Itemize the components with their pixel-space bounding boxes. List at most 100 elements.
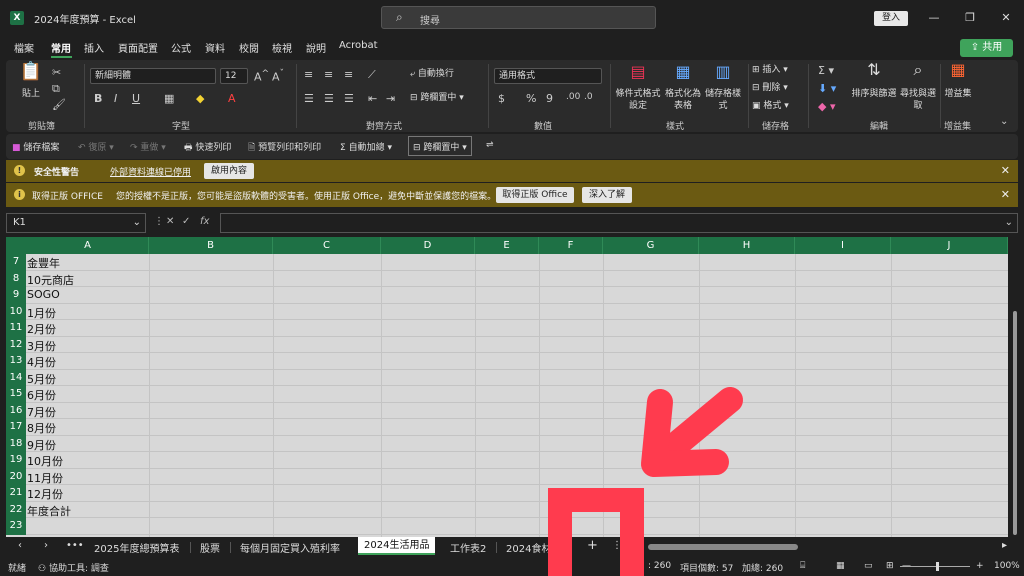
increase-decimal-icon[interactable]: .00 — [566, 92, 580, 102]
enable-content-button[interactable]: 啟用內容 — [204, 163, 254, 179]
cell-styles-icon[interactable]: ▥ — [704, 64, 742, 80]
row-header[interactable]: 20 — [6, 468, 26, 485]
tab-formulas[interactable]: 公式 — [171, 40, 191, 55]
align-center-icon[interactable]: ☰ — [324, 92, 334, 105]
select-all-corner[interactable] — [6, 237, 26, 254]
cell-a[interactable]: 3月份 — [27, 338, 56, 354]
tab-insert[interactable]: 插入 — [84, 40, 104, 55]
scroll-right-icon[interactable]: ▸ — [1002, 540, 1007, 551]
learn-more-button[interactable]: 深入了解 — [582, 187, 632, 203]
column-header-e[interactable]: E — [475, 237, 539, 254]
tab-options-icon[interactable]: ⋮ — [612, 540, 622, 551]
fill-icon[interactable]: ⬇ ▾ — [818, 82, 836, 95]
get-genuine-office-button[interactable]: 取得正版 Office — [496, 187, 574, 203]
vertical-scrollbar[interactable] — [1010, 237, 1020, 537]
orientation-icon[interactable]: ⟋ — [368, 68, 376, 82]
row-header[interactable]: 23 — [6, 518, 26, 535]
zoom-slider-track[interactable] — [900, 566, 970, 567]
row-header[interactable]: 22 — [6, 501, 26, 518]
align-bottom-icon[interactable]: ≡ — [344, 68, 353, 81]
column-header-g[interactable]: G — [603, 237, 699, 254]
collapse-ribbon-icon[interactable]: ⌄ — [1000, 116, 1008, 127]
delete-cells-button[interactable]: ⊟ 刪除 ▾ — [752, 82, 802, 94]
number-format-dropdown[interactable]: 通用格式 — [494, 68, 602, 84]
quick-print-button[interactable]: 🖶 快速列印 — [184, 140, 231, 156]
format-as-table-icon[interactable]: ▦ — [664, 64, 702, 80]
decrease-indent-icon[interactable]: ⇤ — [368, 92, 377, 105]
column-header-i[interactable]: I — [795, 237, 891, 254]
restore-button[interactable]: ❐ — [960, 9, 980, 27]
percent-button[interactable]: % — [526, 92, 536, 105]
tab-review[interactable]: 校閱 — [239, 40, 259, 55]
merge-center-button[interactable]: ⊟ 跨欄置中 ▾ — [410, 92, 484, 104]
tab-page-layout[interactable]: 頁面配置 — [118, 40, 158, 55]
font-size-dropdown[interactable]: 12 — [220, 68, 248, 84]
prev-sheet-icon[interactable]: ‹ — [18, 540, 22, 551]
add-ins-icon[interactable]: ▦ — [944, 62, 972, 78]
align-middle-icon[interactable]: ≡ — [324, 68, 333, 81]
cell-a[interactable]: 10元商店 — [27, 272, 74, 288]
formula-menu-icon[interactable]: ⋮ — [154, 216, 164, 227]
cell-a[interactable]: 10月份 — [27, 453, 63, 469]
column-header-c[interactable]: C — [273, 237, 381, 254]
fill-color-icon[interactable]: ◆ — [196, 92, 204, 105]
align-top-icon[interactable]: ≡ — [304, 68, 313, 81]
insert-cells-button[interactable]: ⊞ 插入 ▾ — [752, 64, 802, 76]
row-header[interactable]: 10 — [6, 303, 26, 320]
row-header[interactable]: 7 — [6, 254, 26, 271]
merge-center-qat-button[interactable]: ⊟ 跨欄置中 ▾ — [408, 136, 472, 156]
more-sheets-icon[interactable]: ••• — [66, 540, 84, 551]
format-painter-icon[interactable]: 🖌 — [52, 98, 66, 111]
horizontal-scroll-thumb[interactable] — [648, 544, 798, 550]
format-cells-button[interactable]: ▣ 格式 ▾ — [752, 100, 802, 112]
decrease-font-icon[interactable]: Aˇ — [272, 68, 284, 84]
search-box[interactable]: ⌕ 搜尋 — [381, 6, 656, 29]
tab-view[interactable]: 檢視 — [272, 40, 292, 55]
increase-font-icon[interactable]: A^ — [254, 68, 269, 84]
row-header[interactable]: 17 — [6, 419, 26, 436]
align-left-icon[interactable]: ☰ — [304, 92, 314, 105]
undo-button[interactable]: ↶ 復原 ▾ — [78, 140, 114, 153]
row-header[interactable]: 8 — [6, 270, 26, 287]
zoom-in-icon[interactable]: + — [976, 561, 984, 571]
cell-a[interactable]: 11月份 — [27, 470, 63, 486]
expand-formula-icon[interactable]: ⌄ — [1005, 217, 1013, 228]
tab-acrobat[interactable]: Acrobat — [339, 40, 378, 51]
sheet-tab[interactable]: 股票 — [200, 540, 220, 555]
copy-icon[interactable]: ⧉ — [52, 82, 60, 96]
cell-a[interactable]: 1月份 — [27, 305, 56, 321]
column-header-d[interactable]: D — [381, 237, 475, 254]
cell-a[interactable]: 9月份 — [27, 437, 56, 453]
sign-in-button[interactable]: 登入 — [874, 11, 908, 26]
normal-view-icon[interactable]: ▦ — [836, 561, 845, 571]
cell-a[interactable]: SOGO — [27, 288, 60, 301]
cell-a[interactable]: 8月份 — [27, 420, 56, 436]
cut-icon[interactable]: ✂ — [52, 66, 61, 79]
autosum-icon[interactable]: Σ ▾ — [818, 64, 834, 77]
row-header[interactable]: 11 — [6, 320, 26, 337]
page-layout-view-icon[interactable]: ▭ — [864, 561, 873, 571]
worksheet-grid[interactable]: A B C D E F G H I J 7 金豐年 8 10元商店 9 SOGO 10… — [6, 237, 1008, 537]
cell-a[interactable]: 6月份 — [27, 387, 56, 403]
paste-button-label[interactable]: 貼上 — [16, 88, 46, 100]
currency-button[interactable]: $ — [498, 92, 505, 105]
cell-a[interactable]: 5月份 — [27, 371, 56, 387]
conditional-format-icon[interactable]: ▤ — [614, 64, 662, 80]
tab-help[interactable]: 說明 — [306, 40, 326, 55]
close-security-bar-icon[interactable]: ✕ — [1001, 164, 1010, 177]
sheet-tab[interactable]: 工作表2 — [450, 540, 486, 555]
sheet-tab[interactable]: 2024食材 — [506, 540, 551, 555]
row-header[interactable]: 15 — [6, 386, 26, 403]
zoom-level[interactable]: 100% — [994, 561, 1020, 571]
add-ins-button[interactable]: 增益集 — [944, 88, 972, 100]
row-header[interactable]: 14 — [6, 369, 26, 386]
borders-icon[interactable]: ▦ — [164, 92, 174, 105]
format-as-table-label[interactable]: 格式化為表格 — [664, 88, 702, 112]
comma-button[interactable]: 9 — [546, 92, 553, 105]
row-header[interactable]: 21 — [6, 485, 26, 502]
cell-a[interactable]: 12月份 — [27, 486, 63, 502]
share-button[interactable]: ⇪ 共用 — [960, 39, 1013, 57]
save-button[interactable]: ■ 儲存檔案 — [12, 140, 59, 153]
row-header[interactable]: 18 — [6, 435, 26, 452]
cell-a[interactable]: 7月份 — [27, 404, 56, 420]
